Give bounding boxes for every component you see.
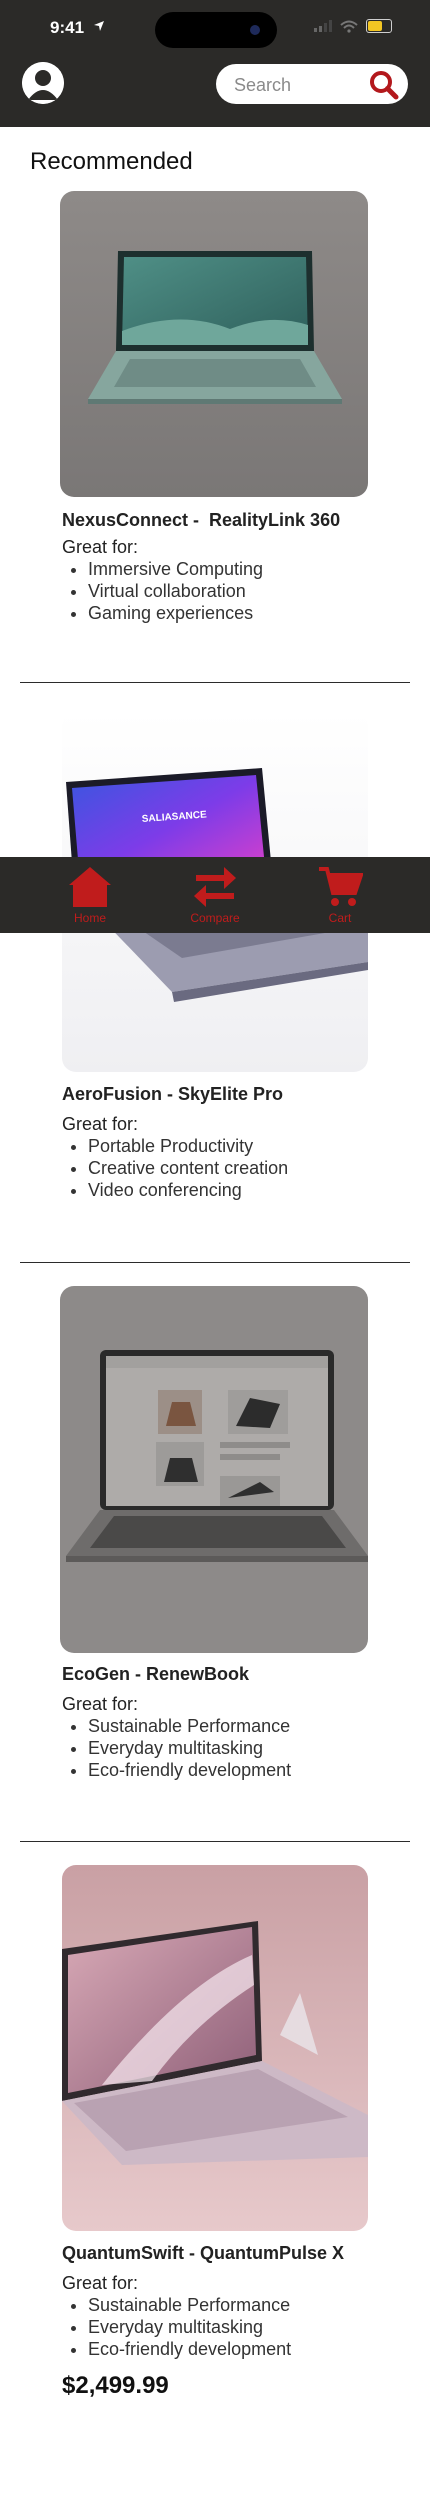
feature-item: Portable Productivity [88,1135,288,1157]
profile-avatar[interactable] [22,62,64,104]
search-icon[interactable] [368,69,400,101]
signal-icon [314,20,332,32]
great-for-label: Great for: [62,2273,139,2293]
product-title[interactable]: AeroFusion - SkyElite Pro [62,1084,283,1105]
bottom-tab-bar: Home Compare Cart [0,857,430,933]
divider [20,1262,410,1263]
camera-dot [250,25,260,35]
status-time: 9:41 [50,18,85,37]
great-for-label: Great for: [62,537,139,557]
tab-cart[interactable]: Cart [290,857,390,933]
feature-item: Virtual collaboration [88,580,263,602]
wifi-icon [340,20,358,33]
product-title[interactable]: QuantumSwift - QuantumPulse X [62,2243,344,2264]
product-title[interactable]: EcoGen - RenewBook [62,1664,249,1685]
search-bar [216,64,408,104]
feature-item: Sustainable Performance [88,1715,291,1737]
battery-icon [366,19,392,33]
product-price: $2,499.99 [62,2372,169,2399]
feature-item: Creative content creation [88,1157,288,1179]
divider [20,1841,410,1842]
search-input[interactable] [232,73,356,97]
divider [20,682,410,683]
feature-list: Sustainable Performance Everyday multita… [62,1715,291,1781]
tab-home[interactable]: Home [40,857,140,933]
feature-list: Sustainable Performance Everyday multita… [62,2294,291,2360]
great-for-label: Great for: [62,1114,139,1134]
feature-item: Sustainable Performance [88,2294,291,2316]
compare-arrows-icon [194,867,236,907]
feature-list: Immersive Computing Virtual collaboratio… [62,558,263,624]
tab-compare[interactable]: Compare [165,857,265,933]
product-image[interactable] [60,191,368,497]
feature-item: Immersive Computing [88,558,263,580]
app-header: 9:41 [0,0,430,127]
tab-cart-label: Cart [328,911,352,925]
great-for-label: Great for: [62,1694,139,1714]
product-image[interactable] [62,1865,368,2231]
location-arrow-icon [94,21,104,31]
feature-list: Portable Productivity Creative content c… [62,1135,288,1201]
feature-item: Everyday multitasking [88,2316,291,2338]
product-image[interactable] [60,1286,368,1653]
cart-icon [319,867,363,906]
status-icons [314,19,392,33]
feature-item: Eco-friendly development [88,1759,291,1781]
home-icon [69,867,111,907]
feature-item: Eco-friendly development [88,2338,291,2360]
section-title: Recommended [30,148,193,175]
tab-compare-label: Compare [190,911,240,925]
feature-item: Video conferencing [88,1179,288,1201]
product-title[interactable]: NexusConnect - RealityLink 360 [62,510,340,531]
user-icon [22,62,64,104]
tab-home-label: Home [73,911,106,925]
feature-item: Gaming experiences [88,602,263,624]
feature-item: Everyday multitasking [88,1737,291,1759]
